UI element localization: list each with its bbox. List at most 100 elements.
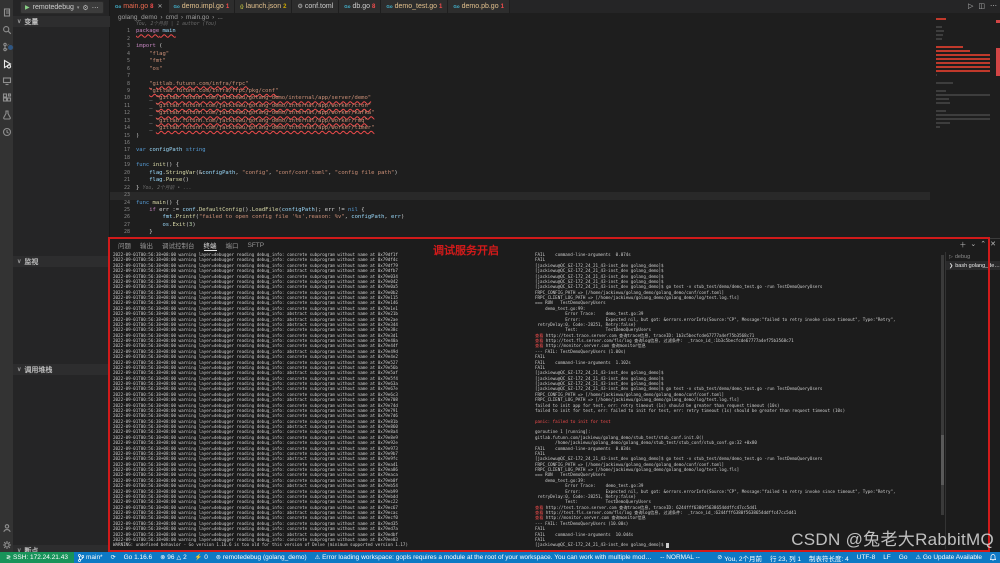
chevron-down-icon[interactable]: ▾ xyxy=(77,5,80,11)
gitlens-codelens[interactable]: You, 2个月前 | 1 author (You) xyxy=(110,21,930,28)
tab-label: conf.toml xyxy=(305,3,333,10)
breadcrumb-item[interactable]: ... xyxy=(217,14,222,21)
go-file-icon: Go xyxy=(386,4,392,9)
more-actions-icon[interactable]: ⋯ xyxy=(92,4,99,12)
editor-tab-demo.impl.go[interactable]: Godemo.impl.go1 xyxy=(169,0,236,13)
debug-terminal-output[interactable]: 2022-09-01T00:56:38+08:00 warning layer=… xyxy=(113,252,533,549)
bash-terminal-output[interactable]: FAIL command-line-arguments 0.074sFAIL[j… xyxy=(535,252,939,549)
tab-label: main.go xyxy=(123,3,148,10)
code-line: 24func main() { xyxy=(110,200,930,207)
code-line: 8 "gitlab.futunn.com/infra/frpc" xyxy=(110,81,930,88)
extra-counter-status[interactable]: ⚡0 xyxy=(191,554,212,561)
panel-tab-输出[interactable]: 输出 xyxy=(140,240,153,250)
debug-terminal-icon: ▷ xyxy=(949,254,953,260)
eol-status[interactable]: LF xyxy=(879,554,895,561)
editor-tab-demo_test.go[interactable]: Godemo_test.go1 xyxy=(381,0,448,13)
code-line: 7 xyxy=(110,73,930,80)
terminal-tab-debug[interactable]: ▷debug xyxy=(946,252,1000,261)
callstack-section-header[interactable]: ∨调用堆栈 xyxy=(13,364,110,375)
remote-indicator[interactable]: ≷SSH: 172.24.21.43 xyxy=(0,552,74,563)
go-version-status[interactable]: Go 1.16.6 xyxy=(120,554,157,561)
run-debug-icon[interactable] xyxy=(2,56,12,66)
chevron-down-icon: ∨ xyxy=(17,18,21,25)
search-icon[interactable] xyxy=(2,22,12,32)
panel-tab-SFTP[interactable]: SFTP xyxy=(248,242,265,249)
cursor-position-status[interactable]: 行 23, 列 1 xyxy=(766,553,805,563)
breadcrumb-item[interactable]: main.go xyxy=(186,14,209,21)
code-editor[interactable]: You, 2个月前 | 1 author (You)1package main 2… xyxy=(110,21,930,238)
sync-status[interactable]: ⟳ xyxy=(107,554,120,561)
go-update-status[interactable]: ⚠Go Update Available xyxy=(911,554,986,561)
tab-label: launch.json xyxy=(246,3,281,10)
maximize-panel-icon[interactable]: ⌃ xyxy=(980,240,986,250)
problem-count-badge: 8 xyxy=(372,4,375,10)
breadcrumb[interactable]: golang_demo›cmd›main.go›... xyxy=(110,13,1000,21)
language-mode-status[interactable]: Go xyxy=(895,554,912,561)
problem-count-badge: 1 xyxy=(226,4,229,10)
editor-tab-conf.toml[interactable]: ⚙conf.toml xyxy=(292,0,339,13)
terminal-tab-bash golang_de…[interactable]: ❯bash golang_de… xyxy=(946,261,1000,270)
problem-count-badge: 2 xyxy=(283,4,286,10)
close-panel-icon[interactable]: ✕ xyxy=(990,240,996,250)
debug-session-status[interactable]: ⊚remotedebug (golang_demo) xyxy=(212,554,311,561)
editor-tab-launch.json[interactable]: {}launch.json2 xyxy=(235,0,292,13)
gopls-warning-status[interactable]: ⚠Error loading workspace: gopls requires… xyxy=(311,554,656,561)
annotation-label: 调试服务开启 xyxy=(433,242,499,258)
code-line: 14 _ "gitlab.futunn.com/jackiewu/golang_… xyxy=(110,125,930,132)
notifications-bell[interactable] xyxy=(986,554,1000,561)
activity-bar xyxy=(0,0,13,552)
panel-tab-问题[interactable]: 问题 xyxy=(118,240,131,250)
run-file-icon[interactable]: ▷ xyxy=(968,2,973,10)
split-editor-icon[interactable]: ◫ xyxy=(978,2,985,10)
extensions-icon[interactable] xyxy=(2,90,12,100)
code-line: 23 xyxy=(110,192,930,199)
problems-status[interactable]: ⊗96△2 xyxy=(156,554,191,561)
blame-status[interactable]: ⊘You, 2个月前 xyxy=(713,553,766,563)
start-debug-icon[interactable]: ▶ xyxy=(25,4,30,11)
minimap[interactable] xyxy=(936,18,994,132)
code-line: 6 "os" xyxy=(110,66,930,73)
test-explorer-icon[interactable] xyxy=(2,107,12,117)
settings-gear-icon[interactable] xyxy=(2,537,12,547)
new-terminal-icon[interactable]: ＋ xyxy=(959,240,966,250)
chevron-down-icon[interactable]: ⌄ xyxy=(970,240,976,250)
code-line: 21 flag.Parse() xyxy=(110,177,930,184)
git-branch-status[interactable]: main* xyxy=(74,554,107,562)
panel-tab-调试控制台[interactable]: 调试控制台 xyxy=(162,240,195,250)
vscode-window: ∨变量 ∨监视 ∨调用堆栈 ∨断点 ▶ remotedebug ▾ ⚙ ⋯ Go… xyxy=(0,0,1000,563)
debug-gear-icon[interactable]: ⚙ xyxy=(82,4,88,12)
editor-tab-demo.pb.go[interactable]: Godemo.pb.go1 xyxy=(448,0,510,13)
scm-badge xyxy=(7,44,14,51)
code-line: 1package main xyxy=(110,28,930,35)
explorer-icon[interactable] xyxy=(2,5,12,15)
code-line: 13 _ "gitlab.futunn.com/jackiewu/golang_… xyxy=(110,118,930,125)
debug-config-select[interactable]: remotedebug xyxy=(33,4,74,11)
encoding-status[interactable]: UTF-8 xyxy=(853,554,879,561)
code-line: 4 "flag" xyxy=(110,51,930,58)
code-line: 5 "fmt" xyxy=(110,58,930,65)
editor-tab-bar: Gomain.go8✕Godemo.impl.go1{}launch.json2… xyxy=(110,0,1000,13)
watch-section-header[interactable]: ∨监视 xyxy=(13,256,110,267)
close-tab-icon[interactable]: ✕ xyxy=(158,3,163,10)
panel-tab-端口[interactable]: 端口 xyxy=(226,240,239,250)
editor-tab-db.go[interactable]: Godb.go8 xyxy=(339,0,381,13)
source-control-icon[interactable] xyxy=(2,39,12,49)
variables-section-header[interactable]: ∨变量 xyxy=(13,16,110,27)
panel-tab-终端[interactable]: 终端 xyxy=(204,240,217,251)
code-line: 22} You, 2个月前 • ... xyxy=(110,185,930,192)
history-icon[interactable] xyxy=(2,124,12,134)
remote-explorer-icon[interactable] xyxy=(2,73,12,83)
editor-tab-main.go[interactable]: Gomain.go8✕ xyxy=(110,0,169,13)
account-icon[interactable] xyxy=(2,520,12,530)
indentation-status[interactable]: 制表符长度: 4 xyxy=(805,553,853,563)
go-file-icon: Go xyxy=(453,4,459,9)
go-file-icon: Go xyxy=(115,4,121,9)
bash-terminal-icon: ❯ xyxy=(949,263,953,269)
breadcrumb-item[interactable]: golang_demo xyxy=(118,14,157,21)
breadcrumb-separator: › xyxy=(160,14,162,21)
terminal-scrollbar[interactable] xyxy=(941,255,944,515)
breadcrumb-item[interactable]: cmd xyxy=(166,14,178,21)
vim-mode-status: -- NORMAL -- xyxy=(656,554,704,561)
code-line: 12 _ "gitlab.futunn.com/jackiewu/golang_… xyxy=(110,110,930,117)
more-actions-icon[interactable]: ⋯ xyxy=(990,2,997,10)
